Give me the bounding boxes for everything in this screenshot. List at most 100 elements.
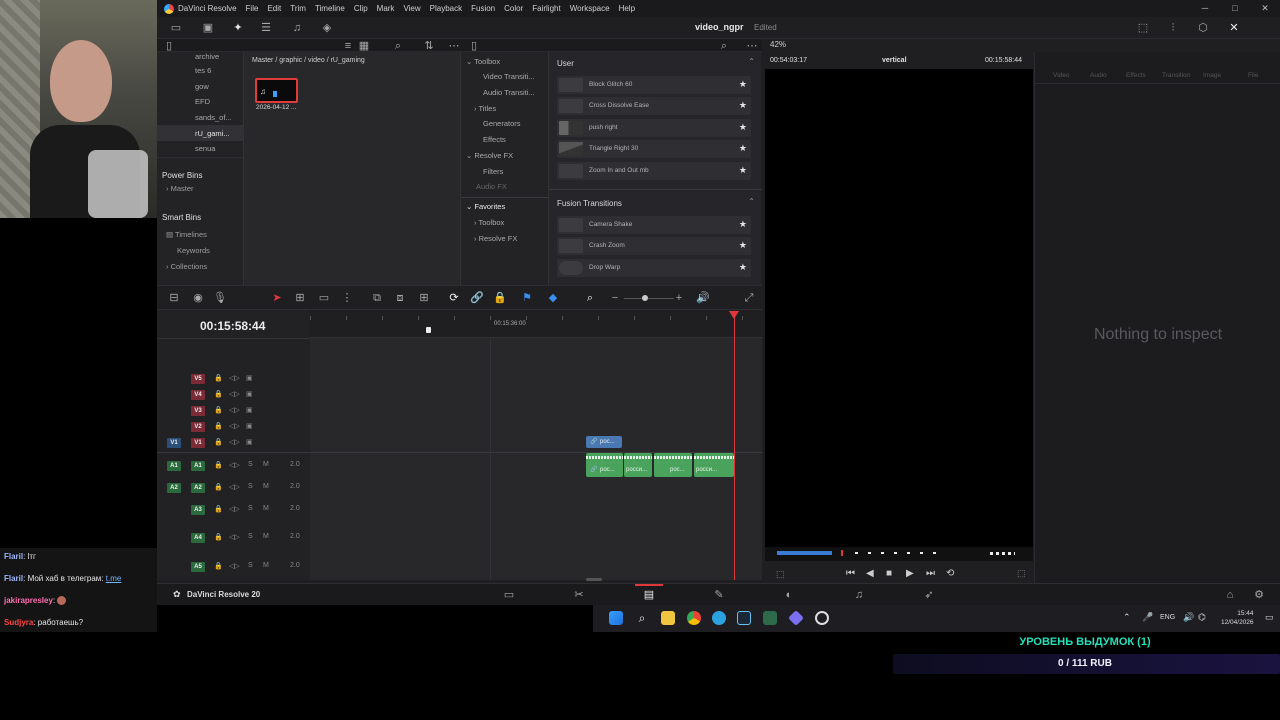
- maximize-icon[interactable]: □: [1220, 0, 1250, 17]
- menu-fairlight[interactable]: Fairlight: [532, 4, 560, 13]
- effect-item[interactable]: Camera Shake ★: [557, 216, 751, 234]
- list-view-icon[interactable]: ≡: [341, 39, 355, 53]
- zoom-in-icon[interactable]: +: [672, 291, 686, 305]
- fx-tree-item[interactable]: Audio Transiti...: [483, 88, 535, 97]
- loop-icon[interactable]: ⟲: [946, 568, 954, 579]
- menu-view[interactable]: View: [403, 4, 420, 13]
- edit-index-icon[interactable]: ☰: [259, 21, 273, 35]
- trim-tool-icon[interactable]: ⊞: [293, 291, 307, 305]
- search-icon[interactable]: ⌕: [717, 39, 731, 53]
- effect-item[interactable]: Cross Dissolve Ease ★: [557, 97, 751, 115]
- lock-icon[interactable]: 🔒: [214, 390, 223, 398]
- mute-icon[interactable]: M: [263, 461, 269, 468]
- track-header-a2[interactable]: A2 A2 🔒 ◁▷ S M 2.0: [157, 482, 310, 496]
- fx-tree-item[interactable]: › Toolbox: [474, 218, 504, 227]
- sort-icon[interactable]: ⇅: [422, 39, 436, 53]
- fx-tree-item[interactable]: Generators: [483, 119, 521, 128]
- home-icon[interactable]: ⌂: [1223, 588, 1237, 602]
- audio-clip[interactable]: рос...: [654, 453, 692, 477]
- panel-toggle-icon[interactable]: ▯: [467, 39, 481, 53]
- menu-file[interactable]: File: [246, 4, 259, 13]
- tab-transition[interactable]: Transition: [1162, 72, 1190, 79]
- fx-tree-item[interactable]: ⌄ Toolbox: [466, 57, 500, 66]
- effect-item[interactable]: Drop Warp ★: [557, 259, 751, 277]
- fullscreen-timeline-icon[interactable]: ⤢: [742, 291, 756, 305]
- zoom-icon[interactable]: ⌕: [583, 291, 597, 305]
- tab-image[interactable]: Image: [1203, 72, 1221, 79]
- bin-item[interactable]: tes 6: [195, 66, 211, 75]
- tab-audio[interactable]: Audio: [1090, 72, 1107, 79]
- track-visibility-icon[interactable]: ▣: [246, 422, 253, 430]
- source-track-label[interactable]: V1: [167, 438, 181, 448]
- zoom-out-icon[interactable]: −: [608, 291, 622, 305]
- panel-toggle-icon[interactable]: ▯: [162, 39, 176, 53]
- track-header-v5[interactable]: V5 🔒 ◁▷ ▣: [157, 373, 310, 387]
- timeline-marker[interactable]: [426, 327, 431, 333]
- auto-select-icon[interactable]: ◁▷: [229, 390, 240, 398]
- viewer-zoom[interactable]: 42%: [770, 40, 786, 49]
- solo-icon[interactable]: S: [248, 533, 253, 540]
- fx-tree-item[interactable]: Effects: [483, 135, 506, 144]
- track-visibility-icon[interactable]: ▣: [246, 374, 253, 382]
- lock-icon[interactable]: 🔒: [214, 533, 223, 541]
- lock-icon[interactable]: 🔒: [214, 438, 223, 446]
- page-edit-icon[interactable]: ▤: [642, 588, 656, 602]
- auto-select-icon[interactable]: ◁▷: [229, 505, 240, 513]
- clip-thumbnail[interactable]: ♫: [255, 78, 298, 103]
- mute-icon[interactable]: M: [263, 533, 269, 540]
- search-icon[interactable]: ⌕: [635, 611, 649, 625]
- solo-icon[interactable]: S: [248, 483, 253, 490]
- marker-icon[interactable]: ◆: [546, 291, 560, 305]
- collapse-icon[interactable]: ⌃: [748, 57, 755, 66]
- lock-icon[interactable]: 🔒: [214, 406, 223, 414]
- track-header-a3[interactable]: A3 🔒 ◁▷ S M 2.0: [157, 504, 310, 518]
- grid-view-icon[interactable]: ▦: [357, 39, 371, 53]
- tray-chevron-icon[interactable]: ⌃: [1123, 612, 1131, 623]
- timeline-name[interactable]: vertical: [882, 57, 907, 64]
- effect-item[interactable]: Crash Zoom ★: [557, 237, 751, 255]
- sound-library-icon[interactable]: ♫: [290, 21, 304, 35]
- page-media-icon[interactable]: ▭: [502, 588, 516, 602]
- track-visibility-icon[interactable]: ▣: [246, 438, 253, 446]
- source-track-label[interactable]: A2: [167, 483, 181, 493]
- track-header-v3[interactable]: V3 🔒 ◁▷ ▣: [157, 405, 310, 419]
- menu-timeline[interactable]: Timeline: [315, 4, 345, 13]
- audio-clip[interactable]: росси...: [624, 453, 652, 477]
- effect-item[interactable]: Block Glitch 60 ★: [557, 76, 751, 94]
- chat-link[interactable]: t.me: [106, 574, 122, 583]
- timeline-ruler[interactable]: 00:15:36:00: [310, 310, 762, 338]
- zoom-slider-handle[interactable]: [642, 295, 648, 301]
- track-header-a5[interactable]: A5 🔒 ◁▷ S M 2.0: [157, 561, 310, 575]
- close-window-icon[interactable]: ✕: [1250, 0, 1280, 17]
- lightbox-icon[interactable]: ◈: [320, 21, 334, 35]
- menu-playback[interactable]: Playback: [430, 4, 462, 13]
- tab-video[interactable]: Video: [1053, 72, 1070, 79]
- tab-file[interactable]: File: [1248, 72, 1258, 79]
- more-options-icon[interactable]: ⋯: [447, 39, 461, 53]
- file-explorer-icon[interactable]: [661, 611, 675, 625]
- track-header-v1[interactable]: V1 V1 🔒 ◁▷ ▣: [157, 437, 310, 451]
- snapping-icon[interactable]: ⟳: [447, 291, 461, 305]
- wifi-icon[interactable]: ⌬: [1198, 612, 1206, 623]
- fx-tree-item[interactable]: › Resolve FX: [474, 234, 517, 243]
- metadata-icon[interactable]: ⬚: [1136, 21, 1150, 35]
- page-cut-icon[interactable]: ✂: [572, 588, 586, 602]
- sync-bin-icon[interactable]: ▣: [201, 21, 215, 35]
- menu-fusion[interactable]: Fusion: [471, 4, 495, 13]
- settings-gear-icon[interactable]: ⚙: [1252, 588, 1266, 602]
- menu-mark[interactable]: Mark: [377, 4, 395, 13]
- replace-clip-icon[interactable]: ⊞: [417, 291, 431, 305]
- lock-icon[interactable]: 🔒: [214, 562, 223, 570]
- linked-selection-icon[interactable]: 🔗: [470, 291, 484, 305]
- minimize-icon[interactable]: ─: [1190, 0, 1220, 17]
- viewer-options-icon[interactable]: ⬚: [776, 569, 785, 580]
- flag-icon[interactable]: ⚑: [520, 291, 534, 305]
- auto-select-icon[interactable]: ◁▷: [229, 406, 240, 414]
- mic-icon[interactable]: 🎤: [1142, 612, 1153, 623]
- telegram-icon[interactable]: [712, 611, 726, 625]
- audio-clip[interactable]: 🔗 рос...: [586, 453, 623, 477]
- layout-icon[interactable]: ⊟: [167, 291, 181, 305]
- dynamic-trim-icon[interactable]: ▭: [317, 291, 331, 305]
- steam-icon[interactable]: [737, 611, 751, 625]
- app-icon[interactable]: [788, 610, 804, 626]
